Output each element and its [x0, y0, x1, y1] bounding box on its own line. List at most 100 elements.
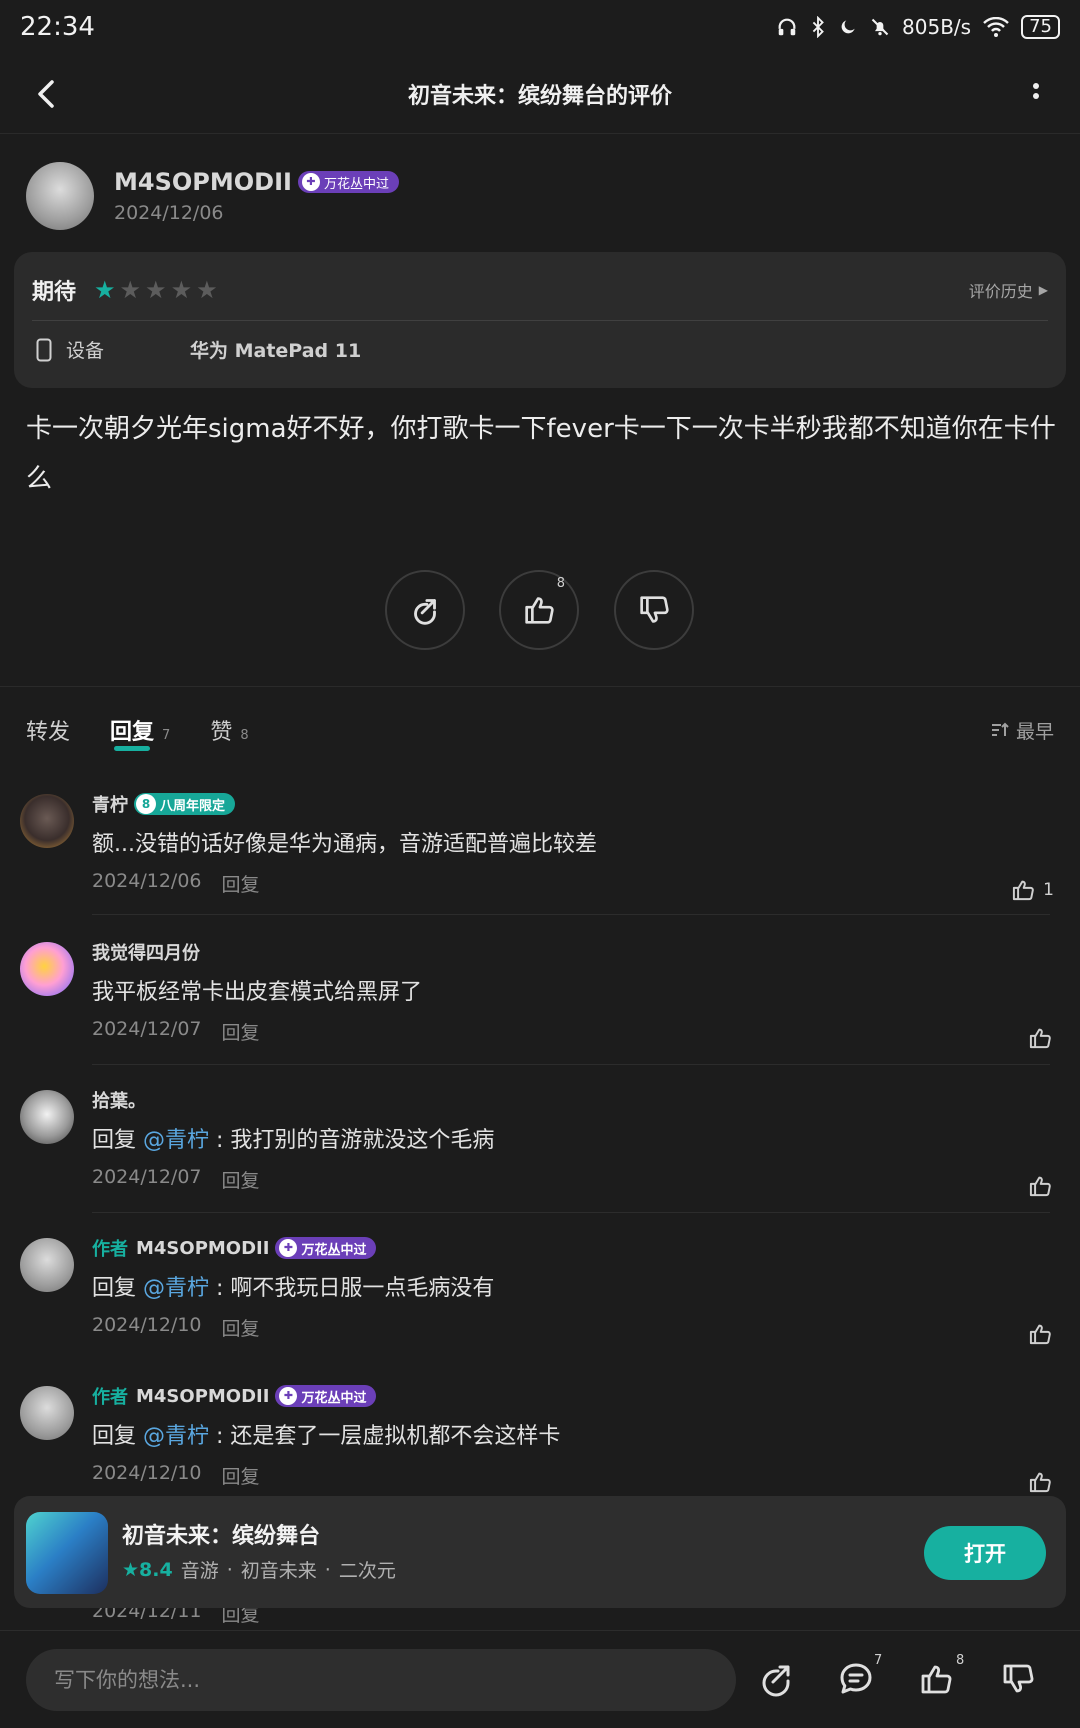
- app-score: ★8.4: [122, 1559, 173, 1581]
- comment-divider: [92, 1064, 1050, 1065]
- network-speed: 805B/s: [902, 15, 972, 39]
- tab-forward[interactable]: 转发: [26, 714, 70, 746]
- reply-prefix: 回复: [92, 1424, 137, 1449]
- star-icon: ★: [94, 276, 116, 304]
- anniversary-badge-icon: 8: [136, 794, 156, 814]
- comment-item: 拾葉。 回复 @青柠 : 我打别的音游就没这个毛病 2024/12/07 回复: [0, 1086, 1080, 1226]
- tab-likes-count: 8: [240, 728, 249, 743]
- back-arrow-icon[interactable]: [28, 74, 68, 114]
- review-author: M4SOPMODII ✚ 万花丛中过 2024/12/06: [26, 162, 399, 230]
- tab-replies-label: 回复: [110, 720, 155, 745]
- commenter-avatar[interactable]: [20, 1386, 74, 1440]
- comment-like-button[interactable]: 1: [1009, 876, 1054, 904]
- comment-body: : 啊不我玩日服一点毛病没有: [209, 1276, 495, 1301]
- app-icon[interactable]: [26, 1512, 108, 1594]
- comment-like-button[interactable]: [1026, 1172, 1054, 1200]
- author-badge: ✚ 万花丛中过: [297, 171, 399, 193]
- commenter-name[interactable]: 青柠: [92, 791, 128, 817]
- comment-like-count: 1: [1043, 880, 1054, 900]
- thumbs-up-icon: [1029, 1028, 1051, 1049]
- thumbs-down-icon: [640, 596, 669, 623]
- author-name[interactable]: M4SOPMODII: [114, 168, 292, 196]
- commenter-name[interactable]: 我觉得四月份: [92, 939, 200, 965]
- comment-divider: [92, 914, 1050, 915]
- header: 初音未来：缤纷舞台的评价: [0, 54, 1080, 134]
- tablet-icon: [36, 338, 52, 361]
- share-icon[interactable]: [756, 1659, 796, 1699]
- status-bar: 22:34 805B/s 75: [0, 0, 1080, 54]
- comment-icon[interactable]: [836, 1659, 876, 1699]
- star-icon: ★: [196, 276, 218, 304]
- comment-item: 青柠 8 八周年限定 额...没错的话好像是华为通病，音游适配普遍比较差 2024…: [0, 790, 1080, 930]
- comment-like-button[interactable]: [1026, 1468, 1054, 1496]
- commenter-avatar[interactable]: [20, 1090, 74, 1144]
- comment-count: 7: [874, 1653, 883, 1668]
- comment-item: 我觉得四月份 我平板经常卡出皮套模式给黑屏了 2024/12/07 回复: [0, 938, 1080, 1078]
- author-badge-label: 万花丛中过: [323, 176, 389, 192]
- review-actions: 8: [0, 570, 1080, 652]
- tab-likes[interactable]: 赞8: [210, 714, 248, 746]
- mention-link[interactable]: @青柠: [143, 1276, 209, 1301]
- commenter-badge-label: 万花丛中过: [301, 1242, 367, 1258]
- reply-link[interactable]: 回复: [222, 1018, 260, 1045]
- thumbs-down-icon[interactable]: [998, 1659, 1038, 1699]
- reply-tabs: 转发 回复 7 赞8 最早: [26, 708, 1054, 752]
- commenter-badge: ✚ 万花丛中过: [275, 1385, 377, 1407]
- comment-divider: [92, 1212, 1050, 1213]
- tab-likes-label: 赞: [210, 720, 233, 745]
- comment-like-button[interactable]: [1026, 1024, 1054, 1052]
- comment-date: 2024/12/07: [92, 1166, 202, 1188]
- dot-separator: ·: [226, 1558, 233, 1581]
- bluetooth-icon: [812, 16, 824, 38]
- dislike-button[interactable]: [614, 570, 694, 650]
- thumbs-up-icon: [1029, 1472, 1051, 1493]
- comment-text: 我平板经常卡出皮套模式给黑屏了: [92, 980, 423, 1005]
- comment-text: 额...没错的话好像是华为通病，音游适配普遍比较差: [92, 832, 597, 857]
- reply-link[interactable]: 回复: [222, 1166, 260, 1193]
- star-icon: ★: [122, 1558, 140, 1581]
- status-time: 22:34: [20, 12, 95, 42]
- commenter-avatar[interactable]: [20, 794, 74, 848]
- app-tag: 初音未来: [240, 1560, 317, 1582]
- rating-history-link[interactable]: 评价历史 ▶: [969, 278, 1048, 302]
- thumbs-up-icon[interactable]: [916, 1659, 956, 1699]
- commenter-avatar[interactable]: [20, 1238, 74, 1292]
- reply-link[interactable]: 回复: [222, 870, 260, 897]
- app-meta: ★8.4 音游 · 初音未来 · 二次元: [122, 1556, 396, 1583]
- commenter-name[interactable]: 拾葉。: [92, 1087, 146, 1113]
- moon-icon: [841, 20, 855, 34]
- open-app-button[interactable]: 打开: [924, 1526, 1046, 1580]
- comment-text: 回复 @青柠 : 啊不我玩日服一点毛病没有: [92, 1270, 1050, 1302]
- thumbs-up-icon: [1029, 1324, 1051, 1345]
- rating-card: 期待 ★ ★ ★ ★ ★ 评价历史 ▶ 设备 华为 MatePad 11: [14, 252, 1066, 388]
- author-tag: 作者: [92, 1239, 128, 1260]
- mention-link[interactable]: @青柠: [143, 1424, 209, 1449]
- commenter-avatar[interactable]: [20, 942, 74, 996]
- share-button[interactable]: [385, 570, 465, 650]
- like-button[interactable]: 8: [499, 570, 579, 650]
- dot-separator: ·: [324, 1558, 331, 1581]
- commenter-name[interactable]: M4SOPMODII: [136, 1386, 269, 1407]
- comment-like-button[interactable]: [1026, 1320, 1054, 1348]
- review-text: 卡一次朝夕光年sigma好不好，你打歌卡一下fever卡一下一次卡半秒我都不知道…: [26, 414, 1056, 494]
- reply-link[interactable]: 回复: [222, 1462, 260, 1489]
- like-count: 8: [556, 576, 565, 591]
- divider: [32, 320, 1048, 321]
- comment-input[interactable]: 写下你的想法...: [26, 1649, 736, 1711]
- gamepad-icon: ✚: [301, 173, 320, 191]
- rating-stars: ★ ★ ★ ★ ★: [94, 278, 218, 302]
- reply-link[interactable]: 回复: [222, 1314, 260, 1341]
- triangle-right-icon: ▶: [1038, 283, 1048, 297]
- rating-history-label: 评价历史: [968, 282, 1033, 301]
- more-options-icon[interactable]: [1026, 76, 1046, 112]
- tab-replies[interactable]: 回复 7: [110, 714, 170, 751]
- like-count: 8: [956, 1653, 965, 1668]
- comment-item: 作者 M4SOPMODII ✚ 万花丛中过 回复 @青柠 : 啊不我玩日服一点毛病…: [0, 1234, 1080, 1374]
- device-value: 华为 MatePad 11: [190, 340, 362, 362]
- commenter-name[interactable]: M4SOPMODII: [136, 1238, 269, 1259]
- mention-link[interactable]: @青柠: [143, 1128, 209, 1153]
- bottom-bar: 写下你的想法... 7 8: [0, 1630, 1080, 1728]
- app-promo-bar[interactable]: 初音未来：缤纷舞台 ★8.4 音游 · 初音未来 · 二次元 打开: [14, 1496, 1066, 1608]
- author-avatar[interactable]: [26, 162, 94, 230]
- sort-button[interactable]: 最早: [990, 717, 1054, 744]
